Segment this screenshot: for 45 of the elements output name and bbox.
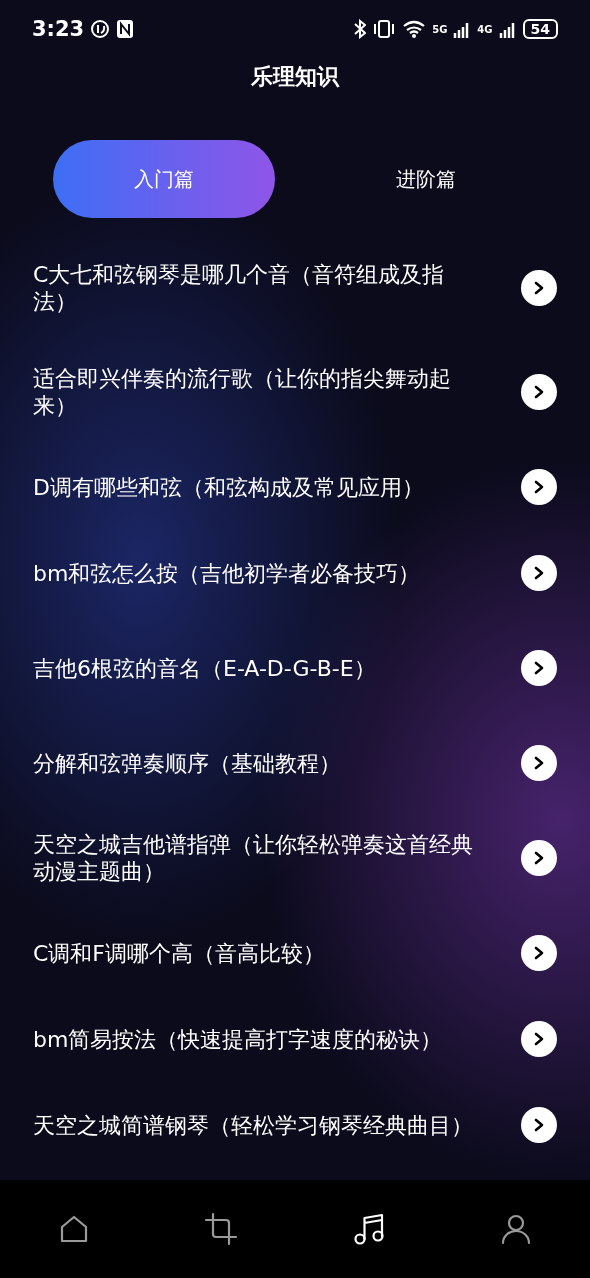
article-title: C大七和弦钢琴是哪几个音（音符组成及指法） [33,261,446,315]
network-label: 4G [477,23,493,35]
article-title: 适合即兴伴奏的流行歌（让你的指尖舞动起来） [33,365,452,419]
open-button[interactable] [521,935,557,971]
open-button[interactable] [521,745,557,781]
battery-level: 54 [522,19,558,39]
chevron-right-icon [532,946,546,960]
article-title: 天空之城简谱钢琴（轻松学习钢琴经典曲目） [33,1111,474,1139]
bluetooth-icon [354,19,367,39]
wifi-icon [402,19,427,39]
open-button[interactable] [521,270,557,306]
open-button[interactable] [521,469,557,505]
article-title: 分解和弦弹奏顺序（基础教程） [33,749,342,777]
open-button[interactable] [521,555,557,591]
vibrate-icon [372,19,397,39]
tab[interactable]: 进阶篇 [315,140,537,218]
open-button[interactable] [521,1107,557,1143]
open-button[interactable] [521,650,557,686]
nfc-icon [116,19,135,39]
chevron-right-icon [532,281,546,295]
article-title: bm简易按法（快速提高打字速度的秘诀） [33,1025,444,1053]
article-title: 天空之城吉他谱指弹（让你轻松弹奏这首经典动漫主题曲） [33,831,474,885]
chevron-right-icon [532,385,546,399]
page-title: 乐理知识 [251,63,339,91]
chevron-right-icon [532,756,546,770]
chevron-right-icon [532,661,546,675]
chevron-right-icon [532,480,546,494]
open-button[interactable] [521,374,557,410]
chevron-right-icon [532,1032,546,1046]
network-label: 5G [432,23,448,35]
chevron-right-icon [532,1118,546,1132]
open-button[interactable] [521,840,557,876]
article-title: bm和弦怎么按（吉他初学者必备技巧） [33,559,422,587]
article-title: 吉他6根弦的音名（E-A-D-G-B-E） [33,654,377,682]
open-button[interactable] [521,1021,557,1057]
article-title: D调有哪些和弦（和弦构成及常见应用） [33,473,425,501]
signal-icon [498,20,517,38]
crop-icon [204,1212,239,1246]
person-icon [500,1213,533,1245]
article-title: C调和F调哪个高（音高比较） [33,939,326,967]
tab[interactable]: 入门篇 [53,140,275,218]
chevron-right-icon [532,566,546,580]
music-note-icon [351,1212,386,1246]
chevron-right-icon [532,851,546,865]
status-time: 3:23 [32,17,85,41]
